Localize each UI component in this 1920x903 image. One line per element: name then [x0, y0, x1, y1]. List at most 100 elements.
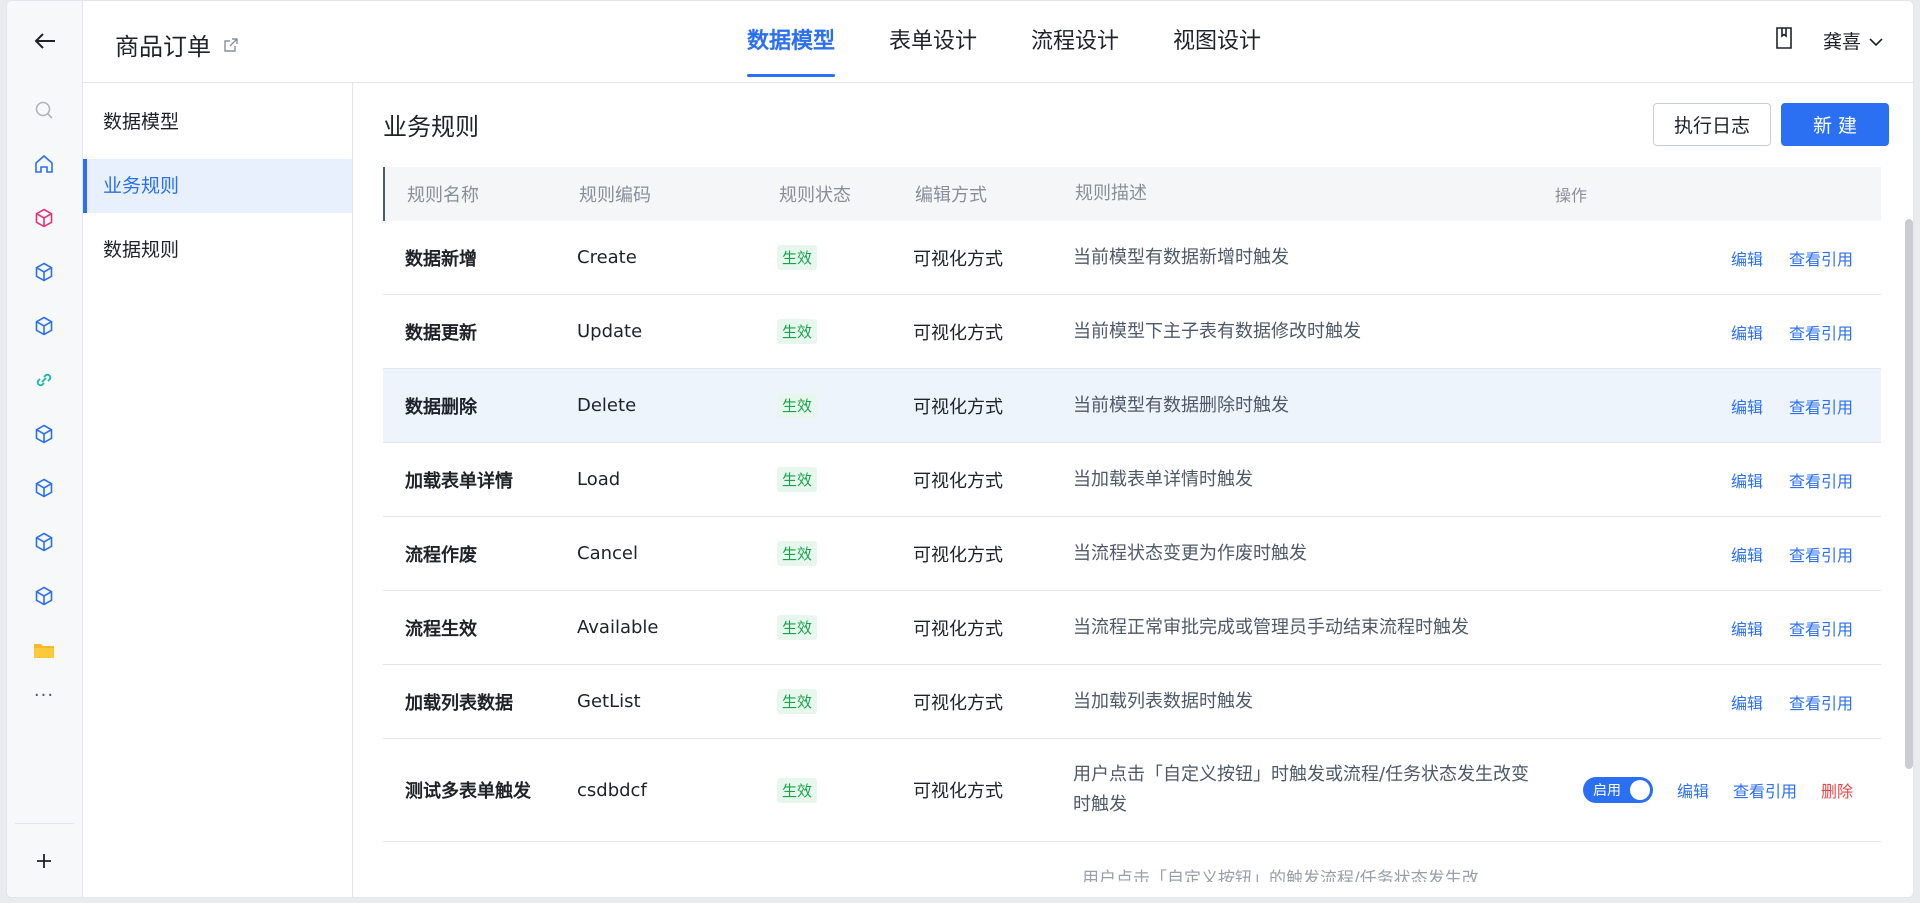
- view-references-link[interactable]: 查看引用: [1789, 542, 1853, 566]
- subnav-item-business-rules[interactable]: 业务规则: [83, 159, 352, 213]
- view-references-link[interactable]: 查看引用: [1789, 394, 1853, 418]
- user-menu[interactable]: 龚喜: [1823, 27, 1883, 54]
- status-badge: 生效: [777, 689, 818, 714]
- status-badge: 生效: [777, 467, 818, 492]
- app-window: ··· 商品订单 数据模型 表单设计 流程设计 视图设计 龚喜 数据模型 业务规…: [6, 0, 1914, 898]
- edit-link[interactable]: 编辑: [1677, 778, 1709, 802]
- design-tabs: 数据模型 表单设计 流程设计 视图设计: [747, 1, 1315, 83]
- subnav-item-data-rules[interactable]: 数据规则: [83, 223, 352, 277]
- row-actions: 编辑 查看引用: [1543, 616, 1881, 640]
- edit-mode: 可视化方式: [913, 692, 1003, 714]
- rule-description: 当前模型有数据新增时触发: [1073, 246, 1289, 268]
- cube-icon[interactable]: [32, 476, 56, 500]
- row-actions: 编辑 查看引用: [1543, 320, 1881, 344]
- status-badge: 生效: [777, 541, 818, 566]
- table-row: 流程生效 Available 生效 可视化方式 当流程正常审批完成或管理员手动结束流程时…: [383, 591, 1881, 665]
- edit-mode: 可视化方式: [913, 781, 1003, 802]
- add-icon[interactable]: [32, 849, 56, 873]
- edit-mode: 可视化方式: [913, 544, 1003, 566]
- enable-toggle[interactable]: 启用: [1582, 777, 1653, 803]
- rule-name: 流程作废: [405, 544, 477, 566]
- tab-view-design[interactable]: 视图设计: [1173, 1, 1261, 83]
- col-header-mode: 编辑方式: [915, 185, 987, 206]
- edit-link[interactable]: 编辑: [1731, 616, 1763, 640]
- rule-name: 流程生效: [405, 618, 477, 640]
- view-references-link[interactable]: 查看引用: [1789, 616, 1853, 640]
- col-header-actions: 操作: [1555, 186, 1588, 205]
- rule-code: Available: [577, 617, 659, 638]
- rule-name: 数据删除: [405, 396, 477, 418]
- edit-mode: 可视化方式: [913, 470, 1003, 492]
- row-actions: 编辑 查看引用: [1543, 246, 1881, 270]
- folder-icon[interactable]: [32, 638, 56, 662]
- rule-code: Cancel: [577, 543, 638, 564]
- rule-code: csdbdcf: [577, 779, 647, 801]
- cube-icon[interactable]: [32, 530, 56, 554]
- rule-description: 用户点击「自定义按钮」时触发或流程/任务状态发生改变时触发: [1073, 764, 1530, 815]
- search-icon[interactable]: [32, 98, 56, 122]
- rule-description: 当流程正常审批完成或管理员手动结束流程时触发: [1073, 616, 1469, 638]
- tab-form-design[interactable]: 表单设计: [889, 1, 977, 83]
- status-badge: 生效: [777, 319, 818, 344]
- home-icon[interactable]: [32, 152, 56, 176]
- edit-link[interactable]: 编辑: [1731, 542, 1763, 566]
- edit-link[interactable]: 编辑: [1731, 690, 1763, 714]
- table-row: 加载列表数据 GetList 生效 可视化方式 当加载列表数据时触发 编辑 查看引用: [383, 665, 1881, 739]
- view-references-link[interactable]: 查看引用: [1733, 778, 1797, 802]
- cube-icon[interactable]: [32, 584, 56, 608]
- tab-data-model[interactable]: 数据模型: [747, 1, 836, 83]
- more-icon[interactable]: ···: [32, 685, 56, 706]
- cube-icon[interactable]: [32, 206, 56, 230]
- edit-link[interactable]: 编辑: [1731, 394, 1763, 418]
- rule-name: 测试多表单触发: [405, 781, 531, 802]
- table-row: 加载表单详情 Load 生效 可视化方式 当加载表单详情时触发 编辑 查看引用: [383, 443, 1881, 517]
- main-content: 业务规则 执行日志 新 建 规则名称 规则编码 规则状态 编辑方式 规则描述 操…: [353, 83, 1913, 897]
- rule-description: 当加载表单详情时触发: [1073, 468, 1253, 490]
- rule-name: 数据新增: [405, 248, 477, 270]
- table-header: 规则名称 规则编码 规则状态 编辑方式 规则描述 操作: [383, 167, 1881, 221]
- book-icon[interactable]: [1775, 27, 1793, 54]
- rule-code: Load: [577, 469, 621, 490]
- new-rule-button[interactable]: 新 建: [1781, 103, 1889, 146]
- cube-icon[interactable]: [32, 422, 56, 446]
- status-badge: 生效: [777, 245, 818, 270]
- row-actions: 编辑 查看引用: [1543, 394, 1881, 418]
- rule-code: Update: [577, 321, 643, 342]
- tab-flow-design[interactable]: 流程设计: [1031, 1, 1119, 83]
- page-title: 业务规则: [383, 113, 479, 141]
- col-header-status: 规则状态: [779, 185, 851, 206]
- view-references-link[interactable]: 查看引用: [1789, 468, 1853, 492]
- view-references-link[interactable]: 查看引用: [1789, 246, 1853, 270]
- user-name: 龚喜: [1822, 31, 1861, 53]
- status-badge: 生效: [777, 393, 818, 418]
- col-header-name: 规则名称: [407, 185, 479, 206]
- edit-link[interactable]: 编辑: [1731, 320, 1763, 344]
- external-link-icon[interactable]: [223, 37, 239, 53]
- table-row: 数据新增 Create 生效 可视化方式 当前模型有数据新增时触发 编辑 查看引用: [383, 221, 1881, 295]
- sub-sidebar: 数据模型 业务规则 数据规则: [83, 83, 353, 897]
- subnav-item-data-model[interactable]: 数据模型: [83, 95, 352, 149]
- app-title-text: 商品订单: [115, 33, 211, 61]
- toggle-knob: [1629, 780, 1650, 800]
- rule-description: 当加载列表数据时触发: [1073, 690, 1253, 712]
- execution-log-button[interactable]: 执行日志: [1653, 103, 1771, 146]
- view-references-link[interactable]: 查看引用: [1789, 690, 1853, 714]
- edit-link[interactable]: 编辑: [1731, 246, 1763, 270]
- back-arrow-icon[interactable]: [31, 27, 59, 55]
- table-row: 数据更新 Update 生效 可视化方式 当前模型下主子表有数据修改时触发 编辑 查看引用: [383, 295, 1881, 369]
- cube-icon[interactable]: [32, 260, 56, 284]
- app-title: 商品订单: [115, 27, 239, 62]
- link-icon[interactable]: [32, 368, 56, 392]
- cube-icon[interactable]: [32, 314, 56, 338]
- edit-mode: 可视化方式: [913, 248, 1003, 270]
- edit-link[interactable]: 编辑: [1731, 468, 1763, 492]
- row-actions: 启用 编辑 查看引用 删除: [1543, 777, 1881, 803]
- rule-name: 加载列表数据: [405, 692, 513, 714]
- col-header-desc: 规则描述: [1075, 183, 1147, 204]
- delete-link[interactable]: 删除: [1821, 778, 1853, 802]
- table-scrollbar[interactable]: [1905, 219, 1913, 769]
- view-references-link[interactable]: 查看引用: [1789, 320, 1853, 344]
- table-row-partial: 用户点击「自定义按钮」的触发流程/任务状态发生改: [383, 842, 1881, 882]
- table-row: 流程作废 Cancel 生效 可视化方式 当流程状态变更为作废时触发 编辑 查看引用: [383, 517, 1881, 591]
- chevron-down-icon: [1869, 30, 1883, 52]
